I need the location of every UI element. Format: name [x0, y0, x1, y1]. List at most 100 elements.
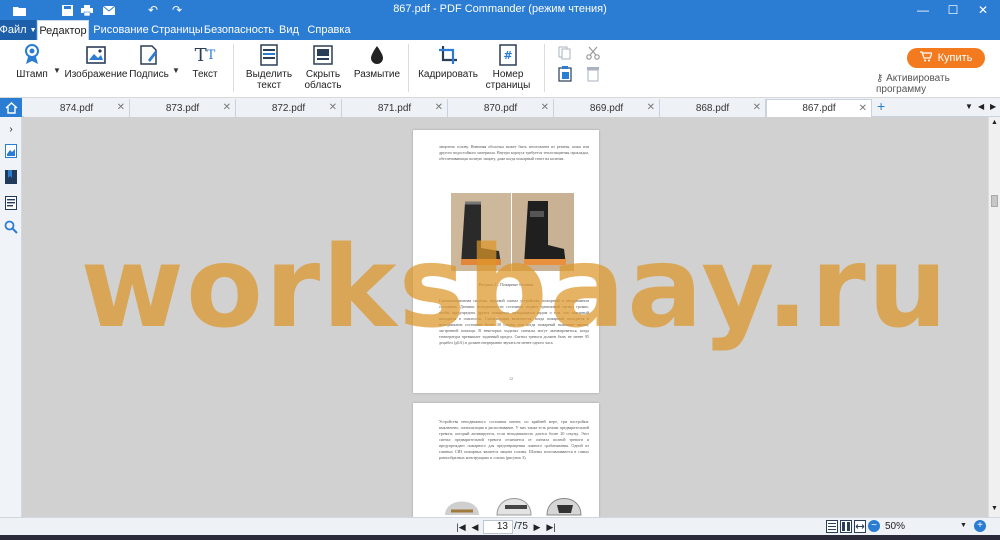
- close-tab-icon[interactable]: ✕: [435, 102, 443, 113]
- next-page-icon[interactable]: ▶: [530, 520, 544, 534]
- tab-view[interactable]: Вид: [276, 20, 302, 40]
- page-number-icon: #: [497, 44, 519, 66]
- doc-tab[interactable]: 870.pdf ✕: [448, 99, 554, 117]
- tabs-dropdown-icon[interactable]: ▼: [965, 102, 973, 111]
- page-paragraph: защитить голову. Внешняя оболочка может …: [439, 144, 589, 161]
- close-tab-icon[interactable]: ✕: [859, 103, 867, 114]
- stamp-button[interactable]: Штамп: [12, 44, 52, 94]
- tab-pages[interactable]: Страницы: [151, 20, 203, 40]
- previous-page-icon[interactable]: ◀: [468, 520, 482, 534]
- signature-button[interactable]: Подпись: [128, 44, 170, 94]
- zoom-in-button[interactable]: +: [974, 520, 986, 532]
- close-tab-icon[interactable]: ✕: [541, 102, 549, 113]
- tab-editor[interactable]: Редактор: [37, 20, 89, 40]
- add-tab-icon[interactable]: +: [877, 98, 885, 114]
- window-title: 867.pdf - PDF Commander (режим чтения): [393, 3, 607, 15]
- text-button[interactable]: TT Текст: [190, 44, 220, 94]
- doc-tab[interactable]: 872.pdf ✕: [236, 99, 342, 117]
- title-bar: ↶ ↷ 867.pdf - PDF Commander (режим чтени…: [0, 0, 1000, 20]
- image-icon: [85, 44, 107, 66]
- search-icon[interactable]: [3, 219, 19, 235]
- scissors-icon[interactable]: [586, 46, 600, 63]
- select-text-button[interactable]: Выделить текст: [243, 44, 295, 94]
- ribbon-toolbar: Штамп ▼ Изображение Подпись ▼ TT Текст В…: [0, 40, 1000, 98]
- doc-tab[interactable]: 873.pdf ✕: [130, 99, 236, 117]
- page-number-input[interactable]: 13: [483, 520, 513, 534]
- pdf-page: Устройства неподвижного состояния имеют,…: [413, 403, 599, 517]
- close-tab-icon[interactable]: ✕: [753, 102, 761, 113]
- tab-help[interactable]: Справка: [306, 20, 352, 40]
- zoom-out-button[interactable]: −: [868, 520, 880, 532]
- delete-icon[interactable]: [586, 66, 600, 85]
- copy-icon[interactable]: [558, 46, 572, 63]
- close-tab-icon[interactable]: ✕: [223, 102, 231, 113]
- pdf-page: защитить голову. Внешняя оболочка может …: [413, 130, 599, 393]
- page-total: /75: [514, 521, 528, 532]
- doc-tab[interactable]: 874.pdf ✕: [24, 99, 130, 117]
- bookmarks-icon[interactable]: [3, 169, 19, 185]
- helmet-photo: [441, 489, 483, 517]
- crop-icon: [437, 44, 459, 66]
- minimize-icon[interactable]: —: [908, 0, 938, 20]
- tab-drawing[interactable]: Рисование: [92, 20, 150, 40]
- droplet-icon: [366, 44, 388, 66]
- chevron-down-icon: ▼: [29, 26, 37, 34]
- maximize-icon[interactable]: ☐: [938, 0, 968, 20]
- hide-area-label-line1: Скрыть: [305, 69, 341, 80]
- activate-link[interactable]: ⚷ Активировать программу: [876, 73, 1000, 95]
- stamp-dropdown-icon[interactable]: ▼: [53, 66, 61, 75]
- two-page-view-icon[interactable]: [840, 520, 852, 536]
- page-paragraph: Устройства неподвижного состояния имеют,…: [439, 419, 589, 460]
- first-page-icon[interactable]: |◀: [454, 520, 468, 534]
- last-page-icon[interactable]: ▶|: [544, 520, 558, 534]
- zoom-dropdown-icon[interactable]: ▼: [960, 522, 967, 529]
- scroll-up-icon[interactable]: ▲: [991, 119, 998, 126]
- doc-tab-active[interactable]: 867.pdf ✕: [766, 99, 872, 117]
- vertical-scrollbar[interactable]: ▲ ▼: [988, 117, 1000, 517]
- tabs-scroll-left-icon[interactable]: ◀: [978, 102, 984, 111]
- document-viewer[interactable]: защитить голову. Внешняя оболочка может …: [22, 117, 988, 517]
- comments-icon[interactable]: [3, 195, 19, 211]
- chevron-right-icon[interactable]: ›: [3, 121, 19, 137]
- home-button[interactable]: [0, 98, 22, 117]
- taskbar: [0, 535, 1000, 540]
- crop-button[interactable]: Кадрировать: [418, 44, 478, 94]
- blur-button[interactable]: Размытие: [354, 44, 400, 94]
- page-number-label-line2: страницы: [485, 80, 531, 91]
- signature-dropdown-icon[interactable]: ▼: [172, 66, 180, 75]
- doc-tab[interactable]: 868.pdf ✕: [660, 99, 766, 117]
- stamp-icon: [21, 44, 43, 66]
- helmet-photo: [543, 487, 585, 517]
- paste-icon[interactable]: [558, 66, 572, 85]
- file-menu[interactable]: Файл ▼: [0, 20, 37, 40]
- tabs-scroll-right-icon[interactable]: ▶: [990, 102, 996, 111]
- scrollbar-thumb[interactable]: [991, 195, 998, 207]
- buy-label: Купить: [937, 52, 973, 64]
- page-number-label-line1: Номер: [492, 69, 524, 80]
- doc-tab[interactable]: 871.pdf ✕: [342, 99, 448, 117]
- signature-icon: [138, 44, 160, 66]
- doc-tab[interactable]: 869.pdf ✕: [554, 99, 660, 117]
- side-panel: ›: [0, 117, 22, 527]
- scroll-down-icon[interactable]: ▼: [991, 505, 998, 512]
- buy-button[interactable]: Купить: [907, 48, 985, 68]
- page-paragraph: Сигнализационная система, звуковой сигна…: [439, 298, 589, 345]
- thumbnails-icon[interactable]: [3, 143, 19, 159]
- close-tab-icon[interactable]: ✕: [329, 102, 337, 113]
- close-tab-icon[interactable]: ✕: [117, 102, 125, 113]
- page-number-button[interactable]: # Номер страницы: [484, 44, 532, 94]
- hide-area-button[interactable]: Скрыть область: [298, 44, 348, 94]
- select-text-label-line2: текст: [256, 80, 282, 91]
- close-tab-icon[interactable]: ✕: [647, 102, 655, 113]
- text-icon: TT: [194, 44, 216, 66]
- signature-label: Подпись: [129, 69, 169, 80]
- doc-tab-label: 871.pdf: [377, 102, 412, 114]
- tab-security[interactable]: Безопасность: [204, 20, 274, 40]
- fit-width-icon[interactable]: [854, 520, 866, 536]
- image-button[interactable]: Изображение: [65, 44, 128, 94]
- close-icon[interactable]: ✕: [968, 0, 998, 20]
- single-page-view-icon[interactable]: [826, 520, 838, 536]
- ribbon-separator: [233, 44, 234, 92]
- home-icon: [5, 101, 17, 114]
- select-text-icon: [258, 44, 280, 66]
